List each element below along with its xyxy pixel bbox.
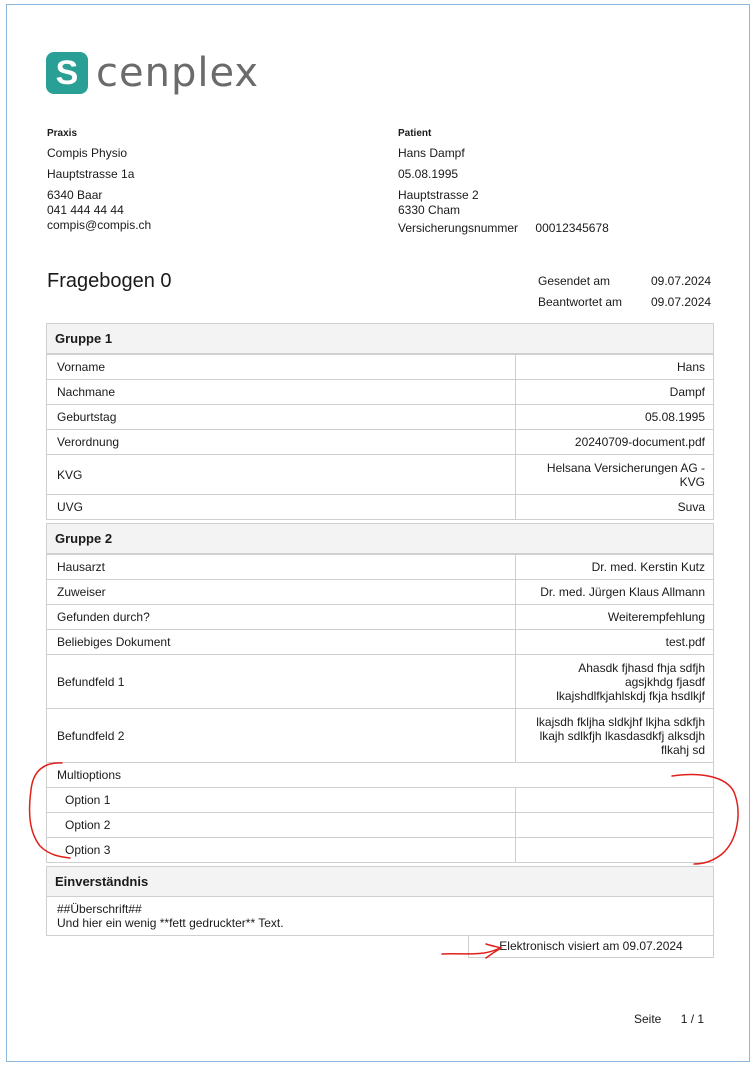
- page-number: 1 / 1: [680, 1012, 705, 1026]
- table-row: Zuweiser Dr. med. Jürgen Klaus Allmann: [47, 579, 713, 604]
- row-value: Hans: [676, 360, 705, 374]
- row-value: Helsana Versicherungen AG - KVG: [546, 460, 705, 489]
- sent-label: Gesendet am: [538, 273, 611, 288]
- row-label: Nachmane: [47, 380, 516, 404]
- row-label: Befundfeld 2: [47, 709, 516, 762]
- patient-heading: Patient: [398, 128, 432, 139]
- patient-street: Hauptstrasse 2: [398, 188, 479, 202]
- group-title: Gruppe 2: [47, 524, 713, 554]
- row-label: Befundfeld 1: [47, 655, 516, 708]
- table-row: UVG Suva: [47, 494, 713, 519]
- group-title: Gruppe 1: [47, 324, 713, 354]
- page-footer: Seite 1 / 1: [634, 1012, 720, 1026]
- consent-line-2: Und hier ein wenig **fett gedruckter** T…: [57, 916, 284, 930]
- row-value: Dr. med. Kerstin Kutz: [591, 560, 705, 574]
- row-label: Gefunden durch?: [47, 605, 516, 629]
- row-label: KVG: [47, 455, 516, 494]
- row-value-link[interactable]: 20240709-document.pdf: [516, 430, 713, 454]
- praxis-heading: Praxis: [47, 128, 78, 139]
- consent-group: Einverständnis ##Überschrift## Und hier …: [46, 866, 714, 936]
- row-label: Geburtstag: [47, 405, 516, 429]
- answered-label: Beantwortet am: [538, 294, 623, 309]
- logo-mark-icon: S: [46, 52, 88, 94]
- option-value: [516, 813, 713, 837]
- table-row: Befundfeld 1 Ahasdk fjhasd fhja sdfjh ags…: [47, 654, 713, 708]
- praxis-block: Praxis Compis Physio Hauptstrasse 1a 634…: [47, 128, 151, 232]
- option-label: Option 1: [47, 788, 516, 812]
- dates-block: Gesendet am 09.07.2024 Beantwortet am 09.0…: [538, 270, 711, 312]
- row-label: UVG: [47, 495, 516, 519]
- row-label: Beliebiges Dokument: [47, 630, 516, 654]
- group-1: Gruppe 1 Vorname Hans Nachmane Dampf Gebur…: [46, 323, 714, 520]
- praxis-name: Compis Physio: [47, 146, 128, 160]
- row-value: Suva: [677, 500, 705, 514]
- row-value: Weiterempfehlung: [607, 610, 705, 624]
- row-label: Zuweiser: [47, 580, 516, 604]
- insurance-number: 00012345678: [535, 221, 609, 235]
- table-row: KVG Helsana Versicherungen AG - KVG: [47, 454, 713, 494]
- table-row: Befundfeld 2 lkajsdh fkljha sldkjhf lkjha…: [47, 708, 713, 762]
- group-2: Gruppe 2 Hausarzt Dr. med. Kerstin Kutz Z…: [46, 523, 714, 863]
- row-label: Verordnung: [47, 430, 516, 454]
- option-label: Option 3: [47, 838, 516, 862]
- praxis-street: Hauptstrasse 1a: [47, 167, 135, 181]
- table-row: Beliebiges Dokument test.pdf: [47, 629, 713, 654]
- sent-value: 09.07.2024: [651, 273, 712, 288]
- document-title: Fragebogen 0: [47, 270, 172, 292]
- row-value: lkajsdh fkljha sldkjhf lkjha sdkfjh lkaj…: [536, 714, 705, 757]
- table-row: Nachmane Dampf: [47, 379, 713, 404]
- option-value: [516, 788, 713, 812]
- praxis-city: 6340 Baar: [47, 188, 103, 202]
- logo-glyph: S: [55, 54, 79, 92]
- logo-text: cenplex: [96, 50, 260, 96]
- row-value: Ahasdk fjhasd fhja sdfjh agsjkhdg fjasdf…: [556, 660, 705, 703]
- table-row: Geburtstag 05.08.1995: [47, 404, 713, 429]
- option-row: Option 1: [47, 787, 713, 812]
- page-label: Seite: [634, 1012, 662, 1026]
- table-row: Verordnung 20240709-document.pdf: [47, 429, 713, 454]
- consent-line-1: ##Überschrift##: [57, 902, 142, 916]
- consent-body: ##Überschrift## Und hier ein wenig **fet…: [47, 897, 713, 935]
- insurance-label: Versicherungsnummer: [398, 221, 519, 235]
- logo: S cenplex: [46, 52, 259, 94]
- table-row: Hausarzt Dr. med. Kerstin Kutz: [47, 554, 713, 579]
- multioptions-label: Multioptions: [47, 762, 713, 787]
- patient-block: Patient Hans Dampf 05.08.1995 Hauptstras…: [398, 128, 609, 235]
- row-label: Vorname: [47, 355, 516, 379]
- table-row: Vorname Hans: [47, 354, 713, 379]
- option-row: Option 3: [47, 837, 713, 862]
- row-value-link[interactable]: test.pdf: [516, 630, 713, 654]
- praxis-phone: 041 444 44 44: [47, 203, 124, 217]
- patient-insurance: Versicherungsnummer 00012345678: [398, 221, 609, 235]
- electronic-signature-note: Elektronisch visiert am 09.07.2024: [468, 935, 714, 958]
- patient-name: Hans Dampf: [398, 146, 465, 160]
- option-row: Option 2: [47, 812, 713, 837]
- row-value: Dampf: [669, 385, 705, 399]
- patient-birthdate: 05.08.1995: [398, 167, 459, 181]
- patient-city: 6330 Cham: [398, 203, 461, 217]
- row-label: Hausarzt: [47, 555, 516, 579]
- option-label: Option 2: [47, 813, 516, 837]
- row-value: Dr. med. Jürgen Klaus Allmann: [540, 585, 705, 599]
- row-value: 05.08.1995: [644, 410, 705, 424]
- table-row: Gefunden durch? Weiterempfehlung: [47, 604, 713, 629]
- option-value: [516, 838, 713, 862]
- praxis-email: compis@compis.ch: [47, 218, 152, 232]
- consent-title: Einverständnis: [47, 867, 713, 897]
- answered-value: 09.07.2024: [651, 294, 712, 309]
